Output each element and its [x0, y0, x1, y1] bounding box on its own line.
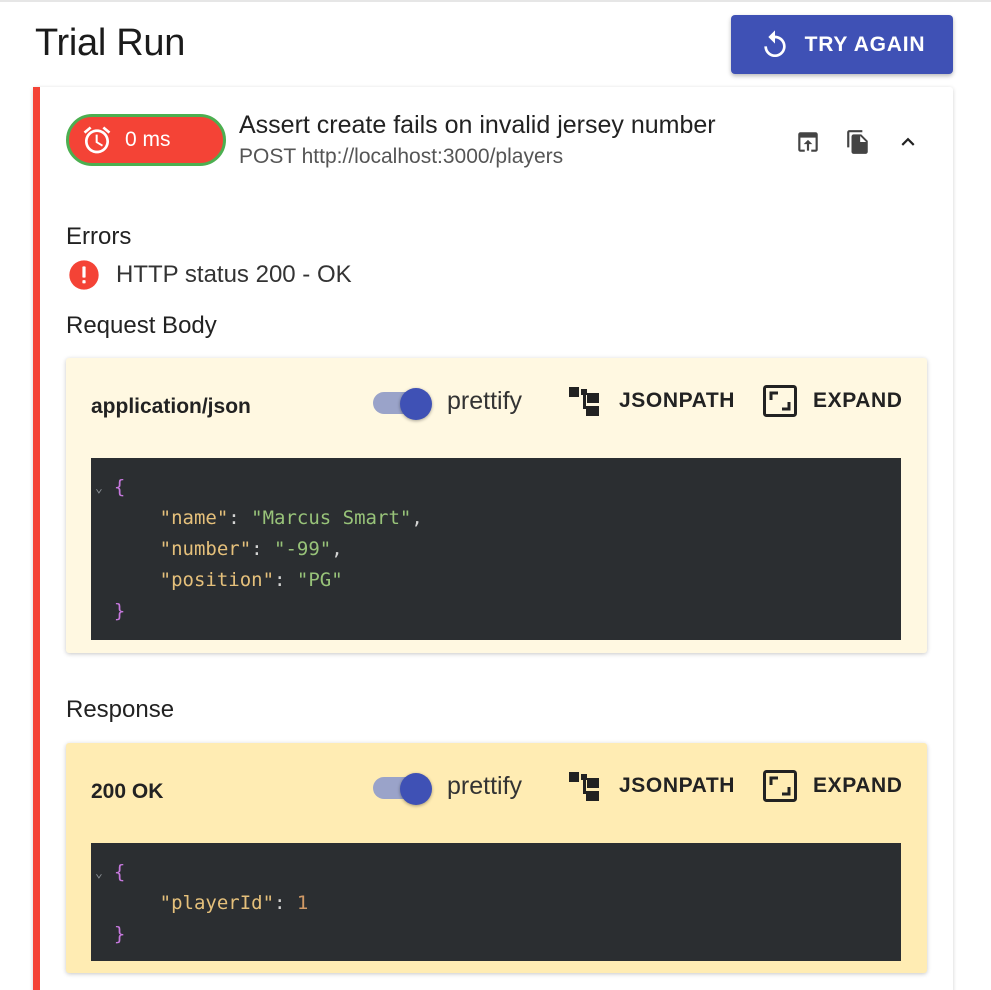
content-type-label: application/json [91, 395, 251, 418]
json-value: "PG" [296, 569, 343, 591]
test-name: Assert create fails on invalid jersey nu… [239, 111, 716, 139]
top-divider [0, 0, 991, 2]
response-heading: Response [66, 696, 175, 723]
tree-icon [569, 772, 599, 801]
prettify-label: prettify [447, 772, 523, 800]
prettify-toggle[interactable] [373, 773, 433, 805]
json-value: "Marcus Smart" [251, 507, 412, 529]
request-body-heading: Request Body [66, 312, 217, 339]
errors-heading: Errors [66, 223, 132, 250]
open-in-icon[interactable] [793, 127, 823, 157]
tree-icon [569, 387, 599, 416]
try-again-label: TRY AGAIN [804, 32, 926, 56]
fold-toggle-icon[interactable]: ⌄ [95, 473, 103, 504]
duration-chip: 0 ms [66, 114, 226, 166]
request-line: POST http://localhost:3000/players [239, 145, 564, 168]
json-key: "number" [159, 538, 252, 560]
expand-label: EXPAND [813, 389, 903, 412]
response-code-viewer[interactable]: ⌄ { "playerId": 1 } [91, 843, 901, 961]
request-code-viewer[interactable]: ⌄ { "name": "Marcus Smart", "number": "-… [91, 458, 901, 640]
prettify-toggle[interactable] [373, 388, 433, 420]
file-copy-icon[interactable] [843, 127, 873, 157]
expand-button[interactable]: EXPAND [763, 385, 903, 417]
alarm-clock-icon [83, 126, 111, 154]
json-key: "position" [159, 569, 275, 591]
expand-label: EXPAND [813, 774, 903, 797]
failure-stripe [33, 87, 40, 990]
error-circle-icon [69, 260, 99, 290]
json-value: "-99" [274, 538, 332, 560]
fullscreen-frame-icon [763, 770, 797, 802]
jsonpath-button[interactable]: JSONPATH [569, 385, 735, 417]
json-brace-close: } [113, 600, 126, 622]
fold-toggle-icon[interactable]: ⌄ [95, 858, 103, 889]
json-brace-close: } [113, 923, 126, 945]
json-brace-open: { [113, 861, 126, 883]
error-message: HTTP status 200 - OK [116, 261, 352, 288]
jsonpath-label: JSONPATH [619, 774, 736, 797]
jsonpath-label: JSONPATH [619, 389, 736, 412]
expand-button[interactable]: EXPAND [763, 770, 903, 802]
request-body-panel: application/json prettify JSONPATH EXPAN… [66, 358, 927, 653]
error-item: HTTP status 200 - OK [68, 259, 352, 291]
try-again-button[interactable]: TRY AGAIN [731, 15, 953, 74]
test-result-card: 0 ms Assert create fails on invalid jers… [33, 87, 953, 990]
jsonpath-button[interactable]: JSONPATH [569, 770, 735, 802]
chevron-up-icon[interactable] [893, 127, 923, 157]
json-value: 1 [296, 892, 309, 914]
refresh-icon [763, 29, 786, 57]
response-status: 200 OK [91, 780, 164, 803]
prettify-label: prettify [447, 387, 523, 415]
page-title: Trial Run [35, 22, 186, 64]
json-brace-open: { [113, 476, 126, 498]
json-key: "name" [159, 507, 229, 529]
json-key: "playerId" [159, 892, 275, 914]
fullscreen-frame-icon [763, 385, 797, 417]
duration-value: 0 ms [125, 128, 171, 151]
response-panel: 200 OK prettify JSONPATH EXPAND ⌄ {"pla… [66, 743, 927, 973]
